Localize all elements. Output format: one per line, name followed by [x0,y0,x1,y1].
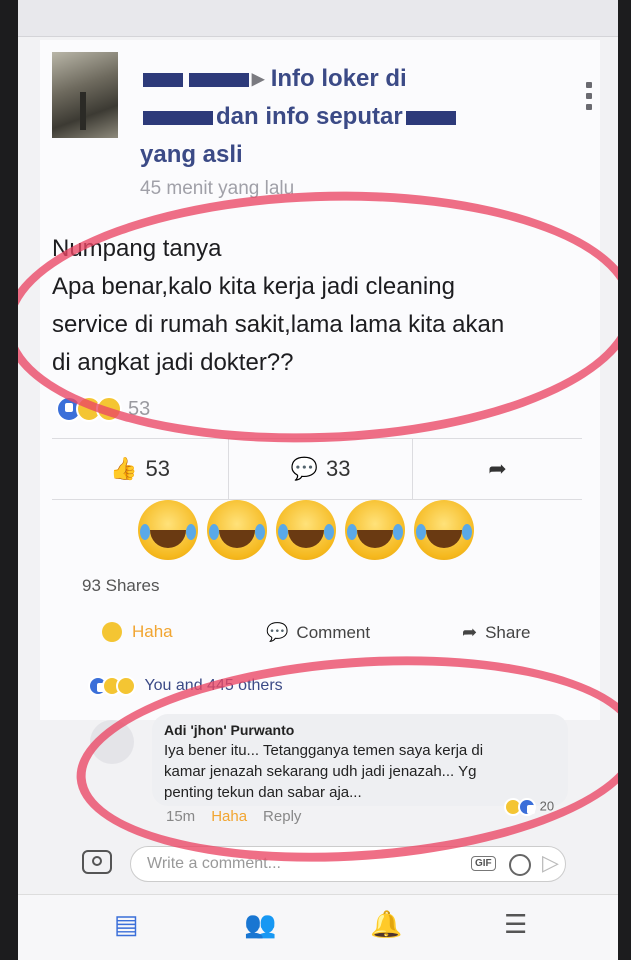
like-reaction-icon [518,798,536,816]
comment-author[interactable]: Adi 'jhon' Purwanto [164,722,556,738]
wow-reaction-icon [116,676,136,696]
likes-summary-text: You and 445 others [144,677,283,695]
comment-time: 15m [166,808,196,825]
share-button[interactable]: ➦ Share [462,622,530,643]
comment-text-line: kamar jenazah sekarang udh jadi jenazah.… [164,763,477,780]
post-text-line: Apa benar,kalo kita kerja jadi cleaning [52,273,455,300]
share-icon: ➦ [462,622,478,642]
avatar-figure [80,92,86,130]
smile-icon[interactable] [509,854,531,876]
commenter-avatar[interactable] [90,720,134,764]
comment-haha-button[interactable]: Haha [211,808,247,825]
laughing-emojis [138,500,483,566]
laughing-emoji [276,500,336,560]
comment-text-line: penting tekun dan sabar aja... [164,784,362,801]
comment-meta: 15m Haha Reply [166,808,317,825]
comment-label: Comment [296,622,371,642]
top-strip [18,0,618,37]
bottom-tab-bar: ▤ 👥 🔔 ☰ [18,894,618,960]
laughing-emoji [207,500,267,560]
post-reactions[interactable]: 53 [56,396,151,422]
like-count: 53 [145,456,170,481]
bell-icon[interactable]: 🔔 [370,909,402,940]
comment-icon: 💬 [266,622,289,642]
group-avatar[interactable] [52,52,118,138]
share-icon-button[interactable]: ➦ [413,439,582,499]
post-text: Numpang tanya Apa benar,kalo kita kerja … [52,230,572,382]
likes-summary[interactable]: You and 445 others [88,676,283,696]
reaction-count: 53 [128,397,151,420]
group-name-part1: Info loker di [270,65,407,92]
post-header[interactable]: ▸ Info loker di dan info seputar yang as… [140,60,520,174]
haha-label: Haha [132,622,173,641]
phone-screen: ▸ Info loker di dan info seputar yang as… [18,0,618,960]
post-text-line: Numpang tanya [52,235,222,262]
post-stats-bar: 👍 53 💬 33 ➦ [52,438,582,500]
comment-reaction-count: 20 [539,798,555,814]
comment-text-line: Iya bener itu... Tetangganya temen saya … [164,742,484,759]
redacted-text [189,72,249,87]
redacted-text [405,110,456,125]
comment-reply-button[interactable]: Reply [263,808,301,825]
share-label: Share [485,622,531,642]
comment-bubble: Adi 'jhon' Purwanto Iya bener itu... Tet… [152,714,568,806]
post-time: 45 menit yang lalu [140,178,295,199]
comment-text: Iya bener itu... Tetangganya temen saya … [164,740,556,803]
wow-reaction-icon [96,396,122,422]
action-bar: Haha 💬 Comment ➦ Share [52,616,582,656]
comment-button[interactable]: 💬 Comment [266,622,370,643]
comment-count-button[interactable]: 💬 33 [229,439,412,499]
friends-icon[interactable]: 👥 [244,909,276,940]
comment-icon: 💬 [290,456,318,481]
comment-reactions[interactable]: 20 [504,798,554,816]
send-icon[interactable]: ▷ [542,850,559,876]
comment-composer: Write a comment... GIF ▷ [18,842,618,890]
comment-input[interactable]: Write a comment... GIF [130,846,566,882]
haha-button[interactable]: Haha [102,622,173,642]
comment-placeholder: Write a comment... [147,855,281,872]
camera-icon[interactable] [82,850,112,874]
laughing-emoji [414,500,474,560]
post-text-line: service di rumah sakit,lama lama kita ak… [52,311,505,338]
menu-icon[interactable]: ☰ [504,909,527,940]
gif-button[interactable]: GIF [471,856,496,871]
laughing-emoji [345,500,405,560]
group-name-part2: dan info seputar [216,103,403,130]
redacted-text [143,110,213,125]
news-feed-icon[interactable]: ▤ [114,909,139,940]
thumbs-up-icon: 👍 [110,456,138,481]
share-icon: ➦ [488,456,507,481]
kebab-icon[interactable] [586,82,594,115]
arrow-icon: ▸ [252,65,265,92]
redacted-text [143,72,183,87]
like-count-button[interactable]: 👍 53 [52,439,228,499]
haha-icon [102,622,122,642]
post-text-line: di angkat jadi dokter?? [52,349,294,376]
laughing-emoji [138,500,198,560]
group-name-part3: yang asli [140,141,243,168]
shares-count[interactable]: 93 Shares [82,576,160,596]
comment-count: 33 [325,456,351,481]
